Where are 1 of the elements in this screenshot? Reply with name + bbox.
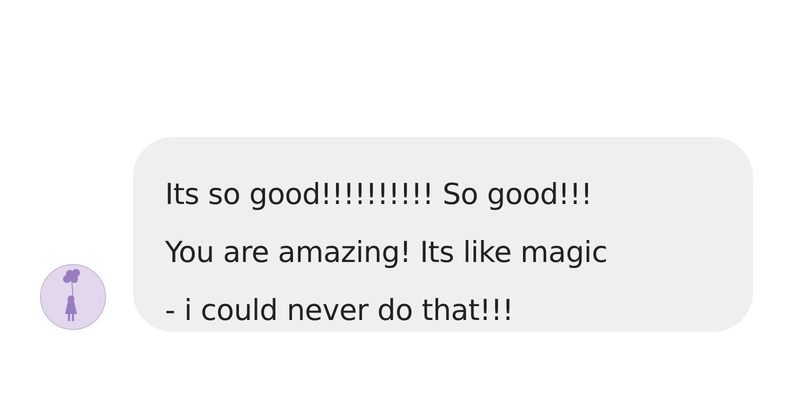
message-bubble: Its so good!!!!!!!!!! So good!!! You are amazing! Its like magic - i could never do that!!! bbox=[133, 137, 753, 332]
